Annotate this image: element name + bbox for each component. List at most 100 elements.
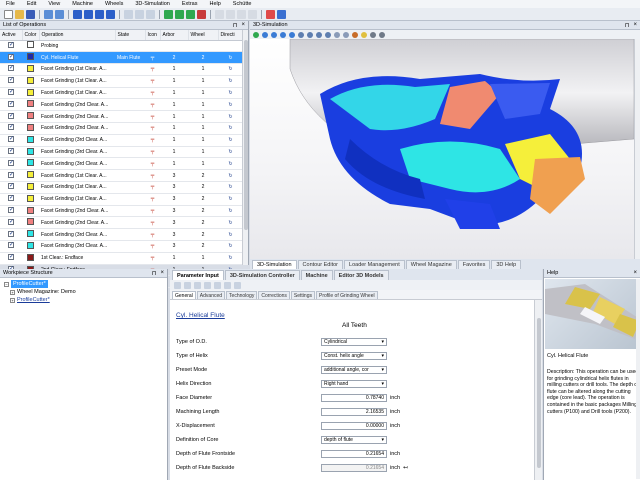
active-checkbox[interactable] — [0, 75, 22, 88]
preset-mode-dropdown[interactable]: additional angle, cor — [321, 366, 387, 374]
direction-icon[interactable]: ↻ — [218, 240, 243, 253]
direction-icon[interactable]: ↻ — [218, 63, 243, 76]
measure-icon[interactable] — [352, 31, 358, 38]
column-header-state[interactable]: State — [115, 30, 146, 41]
direction-icon[interactable]: ↻ — [218, 193, 243, 206]
direction-icon[interactable]: ↻ — [218, 216, 243, 230]
direction-icon[interactable]: ↻ — [218, 205, 243, 218]
expand-icon[interactable]: + — [10, 289, 15, 295]
wireframe-icon[interactable] — [334, 31, 340, 38]
type-of-helix-dropdown[interactable]: Const. helix angle — [321, 352, 387, 360]
rotate-icon[interactable] — [280, 31, 286, 38]
view-side-icon[interactable] — [316, 31, 322, 38]
active-checkbox[interactable] — [0, 157, 22, 171]
color-swatch[interactable] — [22, 134, 39, 147]
color-icon[interactable] — [266, 9, 275, 19]
helix-direction-dropdown[interactable]: Right hand — [321, 380, 387, 388]
operation-row[interactable]: Cyl. Helical FluteMain Flute╤22↻ — [0, 51, 243, 65]
close-icon[interactable]: × — [241, 22, 245, 29]
column-header-icon[interactable]: Icon — [145, 30, 161, 41]
color-swatch[interactable] — [22, 122, 39, 135]
operation-row[interactable]: Facet Grinding (2nd Clear. A...╤11↻ — [0, 110, 243, 124]
color-swatch[interactable] — [22, 51, 39, 65]
color-swatch[interactable] — [22, 63, 39, 76]
operations-scrollbar[interactable] — [242, 30, 248, 265]
subtab-profile-of-grinding-wheel[interactable]: Profile of Grinding Wheel — [316, 291, 378, 299]
active-checkbox[interactable] — [0, 40, 22, 53]
arrow-up-double-icon[interactable] — [84, 9, 93, 19]
operation-row[interactable]: Facet Grinding (2nd Clear. A... ╤32↻ — [0, 205, 243, 218]
arrow-down-double-icon[interactable] — [106, 9, 115, 19]
zoom-icon[interactable] — [271, 31, 277, 38]
direction-icon[interactable]: ↻ — [218, 228, 243, 242]
pen-icon[interactable] — [194, 281, 201, 289]
light-icon[interactable] — [361, 31, 367, 38]
camera-icon[interactable] — [370, 31, 376, 38]
column-header-color[interactable]: Color — [22, 30, 40, 41]
collapse-icon[interactable]: − — [4, 281, 9, 287]
measure-icon[interactable] — [237, 9, 246, 19]
subtab-technology[interactable]: Technology — [226, 291, 258, 299]
depth-of-flute-backside-input[interactable]: 0.21654 — [321, 464, 387, 472]
color-swatch[interactable] — [22, 252, 39, 265]
operation-row[interactable]: Facet Grinding (1st Clear. A...╤11↻ — [0, 87, 243, 100]
tab-favorites[interactable]: Favorites — [457, 260, 491, 269]
definition-of-core-dropdown[interactable]: depth of flute — [321, 436, 387, 444]
operation-row[interactable]: Facet Grinding (3rd Clear. A...╤11↻ — [0, 157, 243, 171]
face-diameter-input[interactable]: 0.78740 — [321, 394, 387, 402]
menu-item-sch-tte[interactable]: Schütte — [227, 1, 258, 7]
color-swatch[interactable] — [22, 216, 39, 230]
column-header-directi[interactable]: Directi — [218, 30, 244, 41]
save-icon[interactable] — [26, 9, 35, 19]
shaded-icon[interactable] — [343, 31, 349, 38]
close-icon[interactable]: × — [160, 270, 164, 277]
active-checkbox[interactable] — [0, 216, 22, 230]
globe-icon[interactable] — [262, 31, 268, 38]
menu-item-file[interactable]: File — [0, 1, 21, 7]
active-checkbox[interactable] — [0, 122, 22, 135]
menu-item-view[interactable]: View — [42, 1, 66, 7]
direction-icon[interactable]: ↻ — [218, 169, 243, 183]
tree-node-profile-cutter[interactable]: + ProfileCutter* — [4, 296, 163, 304]
redo-icon[interactable] — [55, 9, 64, 19]
operation-row[interactable]: Facet Grinding (2nd Clear. A...╤11↻ — [0, 122, 243, 135]
operation-row[interactable]: Facet Grinding (3rd Clear. A... ╤32↻ — [0, 240, 243, 253]
x-displacement-input[interactable]: 0.00000 — [321, 422, 387, 430]
column-header-operation[interactable]: Operation — [39, 30, 116, 41]
help-scrollbar[interactable] — [636, 279, 640, 479]
column-header-arbor[interactable]: Arbor — [160, 30, 189, 41]
active-checkbox[interactable] — [0, 98, 22, 112]
direction-icon[interactable]: ↻ — [218, 75, 243, 88]
simulation-scrollbar[interactable] — [634, 39, 640, 259]
active-checkbox[interactable] — [0, 110, 22, 124]
paste-icon[interactable] — [234, 281, 241, 289]
subtab-advanced[interactable]: Advanced — [196, 291, 226, 299]
close-icon[interactable]: × — [633, 270, 637, 276]
tree-node-label[interactable]: ProfileCutter* — [11, 280, 48, 288]
menu-item-3d-simulation[interactable]: 3D-Simulation — [129, 1, 176, 7]
tree-node-label[interactable]: Wheel Magazine: Demo — [17, 288, 76, 296]
type-of-o-d--dropdown[interactable]: Cylindrical — [321, 338, 387, 346]
direction-icon[interactable]: ↻ — [218, 87, 243, 100]
open-icon[interactable] — [15, 9, 24, 19]
tree-node-wheel-magazine[interactable]: + Wheel Magazine: Demo — [4, 288, 163, 296]
operation-row[interactable]: Facet Grinding (1st Clear. A...╤11↻ — [0, 63, 243, 76]
color-swatch[interactable] — [22, 240, 39, 253]
active-checkbox[interactable] — [0, 228, 22, 242]
copy-icon[interactable] — [224, 281, 231, 289]
color-swatch[interactable] — [22, 157, 39, 171]
settings-icon[interactable] — [379, 31, 385, 38]
menu-item-help[interactable]: Help — [203, 1, 226, 7]
operation-row[interactable]: Facet Grinding (1st Clear. A... ╤32↻ — [0, 181, 243, 194]
view-front-icon[interactable] — [298, 31, 304, 38]
tab-contour-editor[interactable]: Contour Editor — [297, 260, 344, 269]
edit-icon[interactable] — [174, 281, 181, 289]
close-icon[interactable]: × — [633, 22, 637, 29]
active-checkbox[interactable] — [0, 87, 22, 100]
color-swatch[interactable] — [22, 228, 39, 242]
active-checkbox[interactable] — [0, 146, 22, 159]
direction-icon[interactable]: ↻ — [218, 146, 243, 159]
subtab-corrections[interactable]: Corrections — [258, 291, 290, 299]
undo-icon[interactable] — [44, 9, 53, 19]
tab-3d-help[interactable]: 3D Help — [491, 260, 522, 269]
